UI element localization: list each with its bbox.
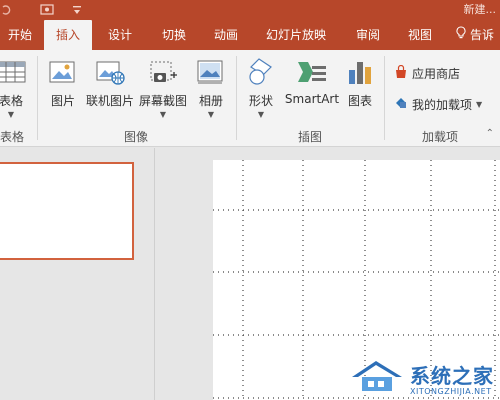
shapes-button[interactable]: 形状 ▼ [244,56,278,120]
chevron-down-icon: ▼ [7,110,15,119]
picture-icon [47,56,79,88]
tell-me-label: 告诉 [470,28,495,42]
pictures-button[interactable]: 图片 [46,56,80,109]
shapes-icon [245,56,277,88]
tab-design[interactable]: 设计 [98,20,142,50]
my-addins-label: 我的加载项 [412,98,473,112]
collapse-ribbon-icon[interactable]: ⌃ [486,128,494,139]
photo-album-button[interactable]: 相册 ▼ [194,56,228,120]
store-icon [394,64,408,82]
table-button-label: 表格 [0,94,23,108]
store-button[interactable]: 应用商店 [394,64,461,82]
smartart-button[interactable]: SmartArt [284,56,340,106]
table-button[interactable]: 表格 ▼ [0,56,28,120]
chevron-down-icon: ▼ [476,100,483,109]
pictures-label: 图片 [50,94,75,108]
tab-transitions[interactable]: 切换 [152,20,196,50]
chevron-down-icon: ▼ [257,110,265,119]
my-addins-button[interactable]: 我的加载项 ▼ [394,96,482,113]
undo-icon[interactable] [0,0,24,20]
group-divider [37,56,38,140]
title-bar: 新建... [0,0,500,20]
chart-label: 图表 [347,94,372,108]
tab-insert[interactable]: 插入 [44,20,92,50]
chart-icon [344,56,376,88]
house-logo-icon [348,357,406,396]
tab-animations[interactable]: 动画 [204,20,248,50]
watermark-url: XITONGZHIJIA.NET [410,387,492,396]
tab-home[interactable]: 开始 [0,20,40,50]
shapes-label: 形状 [248,94,273,108]
tab-view[interactable]: 视图 [398,20,442,50]
store-label: 应用商店 [412,67,461,81]
group-label-tables: 表格 [0,130,25,144]
online-pictures-button[interactable]: 联机图片 [84,56,136,109]
chevron-down-icon: ▼ [207,110,215,119]
screenshot-button[interactable]: 屏幕截图 ▼ [138,56,188,120]
screenshot-label: 屏幕截图 [138,94,187,108]
smartart-label: SmartArt [284,92,340,106]
screenshot-icon [147,56,179,88]
present-from-start-icon[interactable] [40,0,58,20]
tab-review[interactable]: 审阅 [346,20,390,50]
tab-tell-me[interactable]: 告诉 [456,20,500,50]
watermark-logo: 系统之家 XITONGZHIJIA.NET [348,357,494,396]
table-icon [0,56,27,88]
customize-qat-icon[interactable] [72,0,84,20]
slide-thumbnail-pane [0,148,155,400]
group-label-images: 图像 [124,130,149,144]
online-pictures-label: 联机图片 [85,94,134,108]
photo-album-label: 相册 [198,94,223,108]
group-label-addins: 加载项 [422,130,459,144]
lightbulb-icon [456,20,466,50]
group-divider [384,56,385,140]
document-title: 新建... [463,3,497,16]
chart-button[interactable]: 图表 [344,56,376,109]
online-picture-icon [94,56,126,88]
smartart-icon [296,56,328,88]
chevron-down-icon: ▼ [159,110,167,119]
my-addins-icon [394,96,408,113]
slide-thumbnail[interactable] [0,162,134,260]
tab-slideshow[interactable]: 幻灯片放映 [256,20,336,50]
ribbon-tab-row: 开始 插入 设计 切换 动画 幻灯片放映 审阅 视图 告诉 [0,20,500,50]
ribbon-panel: 表格 ▼ 表格 图片 联机图片 屏幕截图 ▼ 相册 ▼ 图像 形状 ▼ Smar… [0,50,500,147]
photo-album-icon [195,56,227,88]
watermark-title: 系统之家 [410,364,494,388]
group-label-illustrations: 插图 [298,130,323,144]
group-divider [236,56,237,140]
